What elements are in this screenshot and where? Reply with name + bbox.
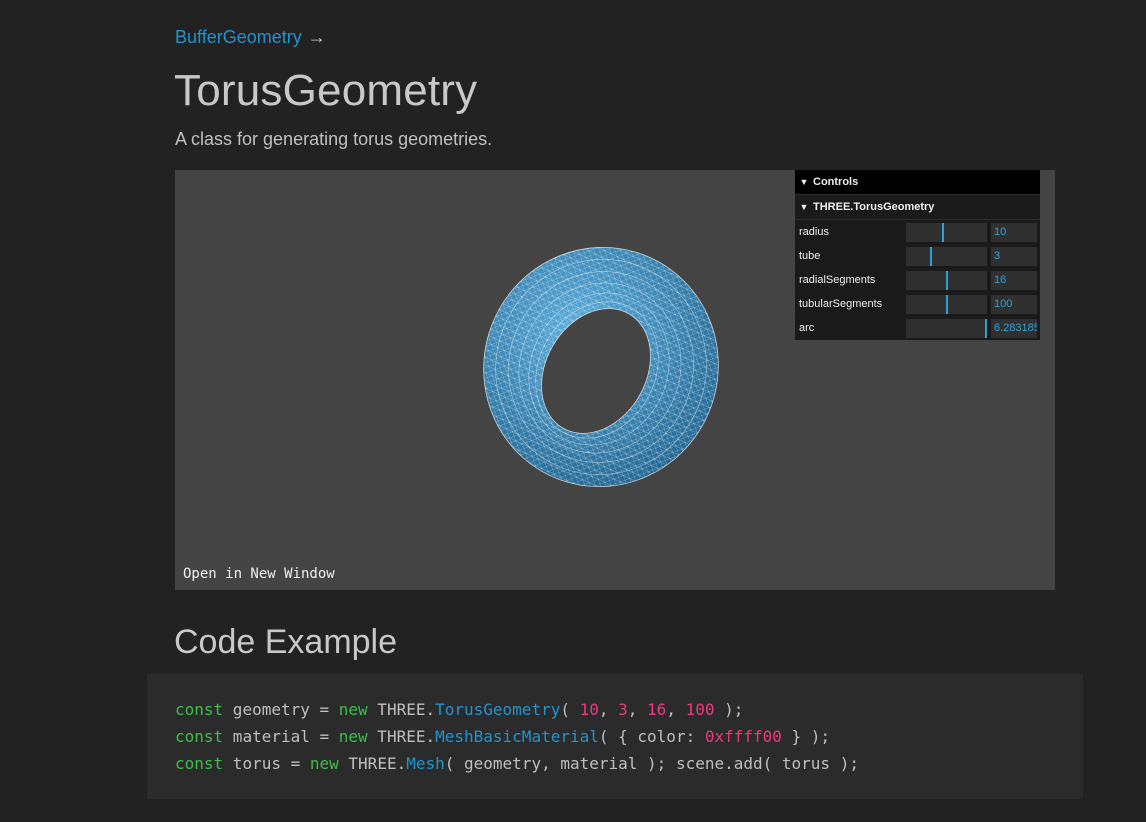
section-title-code-example: Code Example — [174, 623, 398, 661]
code-token: const — [175, 727, 224, 746]
code-token: , — [598, 700, 619, 719]
code-token: THREE. — [367, 700, 436, 719]
code-line: const geometry = new THREE.TorusGeometry… — [175, 696, 1055, 723]
control-label: radialSegments — [799, 274, 876, 286]
code-token: THREE. — [338, 754, 407, 773]
code-token: } ); — [781, 727, 831, 746]
radius-value-input[interactable]: 10 — [991, 222, 1037, 242]
code-token: 0xffff00 — [704, 727, 782, 746]
slider-handle[interactable] — [930, 246, 932, 266]
code-token: new — [338, 727, 368, 746]
tube-value-input[interactable]: 3 — [991, 246, 1037, 266]
code-token: const — [175, 754, 224, 773]
arc-value-input[interactable]: 6.283185 — [991, 318, 1037, 338]
code-token: TorusGeometry — [435, 700, 561, 719]
slider-handle[interactable] — [946, 294, 948, 314]
code-token: torus = — [223, 754, 310, 773]
control-row-radius[interactable]: radius 10 — [795, 220, 1040, 244]
code-token: ( { color: — [598, 727, 705, 746]
page-description: A class for generating torus geometries. — [175, 129, 493, 149]
code-token: THREE. — [367, 727, 436, 746]
code-line: const material = new THREE.MeshBasicMate… — [175, 723, 1055, 750]
breadcrumb[interactable]: BufferGeometry → — [175, 27, 326, 48]
open-in-new-window-link[interactable]: Open in New Window — [183, 566, 335, 582]
control-row-arc[interactable]: arc 6.283185 — [795, 316, 1040, 340]
controls-folder-title: THREE.TorusGeometry — [813, 201, 935, 213]
control-row-tube[interactable]: tube 3 — [795, 244, 1040, 268]
code-token: 16 — [647, 700, 667, 719]
tubularsegments-value-input[interactable]: 100 — [991, 294, 1037, 314]
controls-header[interactable]: ▼ Controls — [795, 170, 1040, 194]
code-token: const — [175, 700, 224, 719]
code-token: new — [338, 700, 368, 719]
page-title: TorusGeometry — [174, 66, 478, 115]
code-token: , — [627, 700, 648, 719]
code-token: material = — [223, 727, 339, 746]
controls-panel[interactable]: ▼ Controls ▼ THREE.TorusGeometry radius 1… — [795, 170, 1040, 340]
code-token: 3 — [618, 700, 628, 719]
code-token: ( geometry, material ); scene.add( torus… — [444, 754, 859, 773]
slider-handle[interactable] — [985, 318, 987, 338]
slider-handle[interactable] — [942, 222, 944, 242]
code-token: ); — [714, 700, 744, 719]
controls-folder-torusgeometry[interactable]: ▼ THREE.TorusGeometry — [795, 194, 1040, 220]
code-line: const torus = new THREE.Mesh( geometry, … — [175, 750, 1055, 777]
code-token: 100 — [685, 700, 715, 719]
code-token: new — [309, 754, 339, 773]
breadcrumb-link-buffergeometry[interactable]: BufferGeometry — [175, 27, 302, 48]
code-token: , — [666, 700, 686, 719]
code-token: 10 — [579, 700, 599, 719]
control-label: radius — [799, 226, 829, 238]
control-label: arc — [799, 322, 815, 334]
control-label: tubularSegments — [799, 298, 883, 310]
controls-title: Controls — [813, 176, 859, 188]
torus-shape — [475, 240, 735, 500]
code-token: ( — [560, 700, 580, 719]
control-label: tube — [799, 250, 821, 262]
code-example-block: const geometry = new THREE.TorusGeometry… — [147, 674, 1083, 799]
slider-handle[interactable] — [946, 270, 948, 290]
control-row-radialsegments[interactable]: radialSegments 16 — [795, 268, 1040, 292]
tube-slider[interactable] — [906, 246, 987, 266]
chevron-down-icon: ▼ — [799, 177, 809, 187]
code-token: MeshBasicMaterial — [435, 727, 599, 746]
radius-slider[interactable] — [906, 222, 987, 242]
chevron-down-icon: ▼ — [799, 202, 809, 212]
example-viewer[interactable]: Open in New Window ▼ Controls ▼ THREE.To… — [175, 170, 1055, 590]
radialsegments-slider[interactable] — [906, 270, 987, 290]
code-token: Mesh — [406, 754, 445, 773]
code-token: geometry = — [223, 700, 339, 719]
radialsegments-value-input[interactable]: 16 — [991, 270, 1037, 290]
tubularsegments-slider[interactable] — [906, 294, 987, 314]
arc-slider[interactable] — [906, 318, 987, 338]
arrow-right-icon: → — [307, 27, 326, 47]
control-row-tubularsegments[interactable]: tubularSegments 100 — [795, 292, 1040, 316]
